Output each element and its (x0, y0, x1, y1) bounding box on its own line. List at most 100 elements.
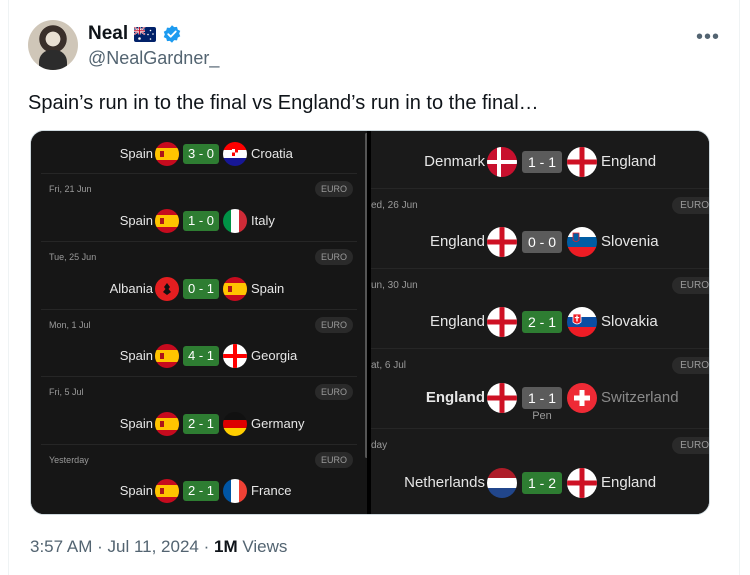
separator-dot: · (203, 537, 214, 556)
home-team: England (429, 233, 485, 250)
spain-flag-icon (155, 412, 179, 436)
home-team: England (425, 389, 485, 406)
away-team: Germany (251, 416, 305, 431)
match-date-row: Fri, 5 Jul EURO (31, 384, 367, 402)
divider (371, 428, 709, 429)
match-row[interactable]: Spain 1 - 0 Italy (31, 208, 367, 234)
match-date: un, 30 Jun (371, 280, 418, 291)
home-team: Albania (109, 281, 153, 296)
croatia-flag-icon (223, 142, 247, 166)
views-count: 1M (214, 537, 238, 556)
match-score: 4 - 1 (183, 346, 219, 366)
tweet-date[interactable]: Jul 11, 2024 (108, 537, 199, 556)
tweet-time[interactable]: 3:57 AM (30, 537, 92, 556)
match-row[interactable]: England 1 - 1 Pen Switzerland (371, 383, 709, 422)
author-name[interactable]: Neal (88, 23, 128, 45)
england-flag-icon (487, 227, 517, 257)
divider (41, 309, 357, 310)
netherlands-flag-icon (487, 468, 517, 498)
match-score: 1 - 0 (183, 211, 219, 231)
author-handle[interactable]: @NealGardner_ (88, 48, 219, 69)
england-results-panel: Denmark 1 - 1 England ed, 26 Jun EURO En… (371, 131, 709, 514)
divider (371, 348, 709, 349)
match-row[interactable]: England 0 - 0 Slovenia (371, 227, 709, 257)
competition-tag: EURO (314, 317, 353, 333)
divider (41, 444, 357, 445)
match-date-row: Yesterday EURO (31, 452, 367, 470)
divider (41, 173, 357, 174)
competition-tag: EURO (314, 452, 353, 468)
england-flag-icon (567, 147, 597, 177)
home-team: Spain (119, 348, 153, 363)
match-row[interactable]: Netherlands 1 - 2 England (371, 468, 709, 498)
match-date-row: Tue, 25 Jun EURO (31, 249, 367, 267)
divider (371, 268, 709, 269)
match-date: day (371, 440, 388, 451)
competition-tag: EURO (672, 437, 709, 454)
match-date-row: at, 6 Jul EURO (371, 357, 709, 375)
match-date-row: day EURO (371, 437, 709, 455)
home-team: Spain (119, 213, 153, 228)
match-row[interactable]: England 2 - 1 Slovakia (371, 307, 709, 337)
albania-flag-icon (155, 277, 179, 301)
match-row[interactable]: Albania 0 - 1 Spain (31, 276, 367, 302)
match-score: 2 - 1 (183, 414, 219, 434)
match-date-row: un, 30 Jun EURO (371, 277, 709, 295)
match-date: Fri, 5 Jul (49, 387, 84, 397)
divider (41, 241, 357, 242)
home-team: Denmark (424, 153, 485, 170)
divider (41, 376, 357, 377)
away-team: France (251, 483, 292, 498)
more-options-icon[interactable]: ••• (696, 26, 720, 49)
france-flag-icon (223, 479, 247, 503)
away-team: Georgia (251, 348, 298, 363)
match-score: 1 - 2 (522, 472, 562, 494)
match-date: Mon, 1 Jul (49, 320, 91, 330)
away-team: Slovakia (601, 313, 658, 330)
denmark-flag-icon (487, 147, 517, 177)
match-score: 3 - 0 (183, 144, 219, 164)
england-flag-icon (487, 383, 517, 413)
avatar[interactable] (28, 20, 78, 70)
match-score: 1 - 1 (522, 387, 562, 409)
match-score: 1 - 1 (522, 151, 562, 173)
away-team: Switzerland (601, 389, 679, 406)
penalties-note: Pen (532, 410, 552, 422)
away-team: England (601, 153, 657, 170)
match-row[interactable]: Denmark 1 - 1 England (371, 147, 709, 177)
match-row[interactable]: Spain 2 - 1 Germany (31, 411, 367, 437)
match-date: ed, 26 Jun (371, 200, 418, 211)
slovakia-flag-icon (567, 307, 597, 337)
match-row[interactable]: Spain 2 - 1 France (31, 478, 367, 504)
home-team: Spain (119, 483, 153, 498)
england-flag-icon (567, 468, 597, 498)
spain-flag-icon (155, 344, 179, 368)
verified-badge-icon (163, 25, 181, 43)
germany-flag-icon (223, 412, 247, 436)
match-date-row: ed, 26 Jun EURO (371, 197, 709, 215)
scrollbar[interactable] (365, 133, 367, 458)
slovenia-flag-icon (567, 227, 597, 257)
match-row[interactable]: Spain 3 - 0 Croatia (31, 141, 367, 167)
competition-tag: EURO (672, 357, 709, 374)
tweet-media[interactable]: Spain 3 - 0 Croatia Fri, 21 Jun EURO Spa… (30, 130, 710, 515)
switzerland-flag-icon (567, 383, 597, 413)
match-date: Yesterday (49, 455, 89, 465)
match-row[interactable]: Spain 4 - 1 Georgia (31, 343, 367, 369)
match-date-row: Fri, 21 Jun EURO (31, 181, 367, 199)
divider (371, 188, 709, 189)
tweet-meta: 3:57 AM · Jul 11, 2024 · 1M Views (30, 537, 287, 557)
match-date: Tue, 25 Jun (49, 252, 97, 262)
spain-flag-icon (155, 479, 179, 503)
author-name-row: Neal (88, 23, 182, 45)
match-score: 0 - 1 (183, 279, 219, 299)
away-team: England (601, 474, 657, 491)
home-team: Spain (119, 416, 153, 431)
away-team: Croatia (251, 146, 293, 161)
spain-flag-icon (155, 209, 179, 233)
spain-flag-icon (155, 142, 179, 166)
away-team: Slovenia (601, 233, 659, 250)
match-date-row: Mon, 1 Jul EURO (31, 317, 367, 335)
spain-results-panel: Spain 3 - 0 Croatia Fri, 21 Jun EURO Spa… (31, 131, 367, 514)
separator-dot: · (97, 537, 108, 556)
